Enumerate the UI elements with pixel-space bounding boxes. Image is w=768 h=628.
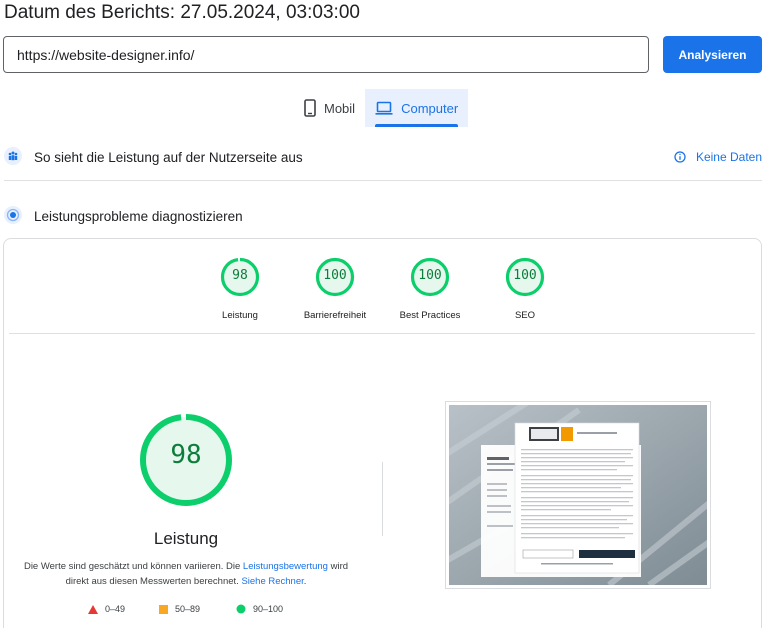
score-gauges: 98 Leistung 100 Barrierefreiheit 100 Bes…	[0, 257, 768, 321]
analyze-button[interactable]: Analysieren	[663, 36, 762, 73]
gauge-seo-label: SEO	[514, 310, 536, 321]
users-icon	[4, 147, 22, 165]
gauges-divider	[9, 333, 755, 334]
lab-icon	[4, 206, 22, 224]
field-data-title: So sieht die Leistung auf der Nutzerseit…	[34, 149, 303, 165]
gauge-performance[interactable]: 98 Leistung	[200, 257, 280, 321]
gauge-performance-value: 98	[232, 268, 248, 283]
tab-mobile-label: Mobil	[324, 100, 356, 116]
info-icon	[674, 151, 686, 163]
gauge-accessibility[interactable]: 100 Barrierefreiheit	[295, 257, 375, 321]
performance-title: Leistung	[153, 529, 219, 548]
legend-pass: 90–100	[236, 604, 283, 614]
circle-icon	[236, 604, 246, 614]
triangle-icon	[88, 604, 98, 614]
legend-fail: 0–49	[88, 604, 125, 614]
gauge-performance-label: Leistung	[222, 310, 258, 321]
performance-scoring-link[interactable]: Leistungsbewertung	[243, 561, 328, 572]
diagnose-title: Leistungsprobleme diagnostizieren	[34, 208, 243, 224]
page-screenshot	[445, 401, 711, 589]
tab-computer[interactable]: Computer	[365, 89, 469, 127]
vertical-separator	[382, 462, 383, 536]
gauge-accessibility-value: 100	[323, 268, 347, 283]
gauge-accessibility-label: Barrierefreiheit	[303, 310, 367, 321]
device-tabs: Mobil Computer	[294, 89, 469, 127]
disclaimer-text-3: .	[303, 576, 307, 587]
gauge-seo[interactable]: 100 SEO	[485, 257, 565, 321]
legend-average-range: 50–89	[175, 604, 201, 614]
score-legend: 0–49 50–89 90–100	[0, 604, 372, 618]
legend-average: 50–89	[159, 604, 200, 614]
laptop-icon	[375, 101, 393, 115]
no-data-label: Keine Daten	[695, 150, 762, 164]
gauge-best-practices-value: 100	[418, 268, 442, 283]
url-input[interactable]	[3, 36, 649, 73]
smartphone-icon	[304, 99, 316, 117]
tab-computer-label: Computer	[401, 100, 459, 116]
screenshot-image	[449, 405, 707, 585]
performance-score-value: 98	[170, 440, 202, 470]
section-divider	[4, 180, 762, 181]
gauge-best-practices[interactable]: 100 Best Practices	[390, 257, 470, 321]
report-date: Datum des Berichts: 27.05.2024, 03:03:00	[4, 2, 360, 23]
no-data-link[interactable]: Keine Daten	[674, 150, 762, 164]
tab-mobile[interactable]: Mobil	[294, 89, 365, 127]
legend-pass-range: 90–100	[253, 604, 284, 614]
diagnose-section: Leistungsprobleme diagnostizieren	[0, 202, 768, 230]
gauge-seo-value: 100	[513, 268, 537, 283]
field-data-section: So sieht die Leistung auf der Nutzerseit…	[0, 143, 768, 171]
square-icon	[159, 604, 168, 614]
calculator-link[interactable]: Siehe Rechner	[241, 576, 303, 587]
legend-fail-range: 0–49	[105, 604, 126, 614]
disclaimer-text-1: Die Werte sind geschätzt und können vari…	[23, 561, 243, 572]
performance-disclaimer: Die Werte sind geschätzt und können vari…	[18, 559, 354, 589]
gauge-best-practices-label: Best Practices	[399, 310, 461, 321]
